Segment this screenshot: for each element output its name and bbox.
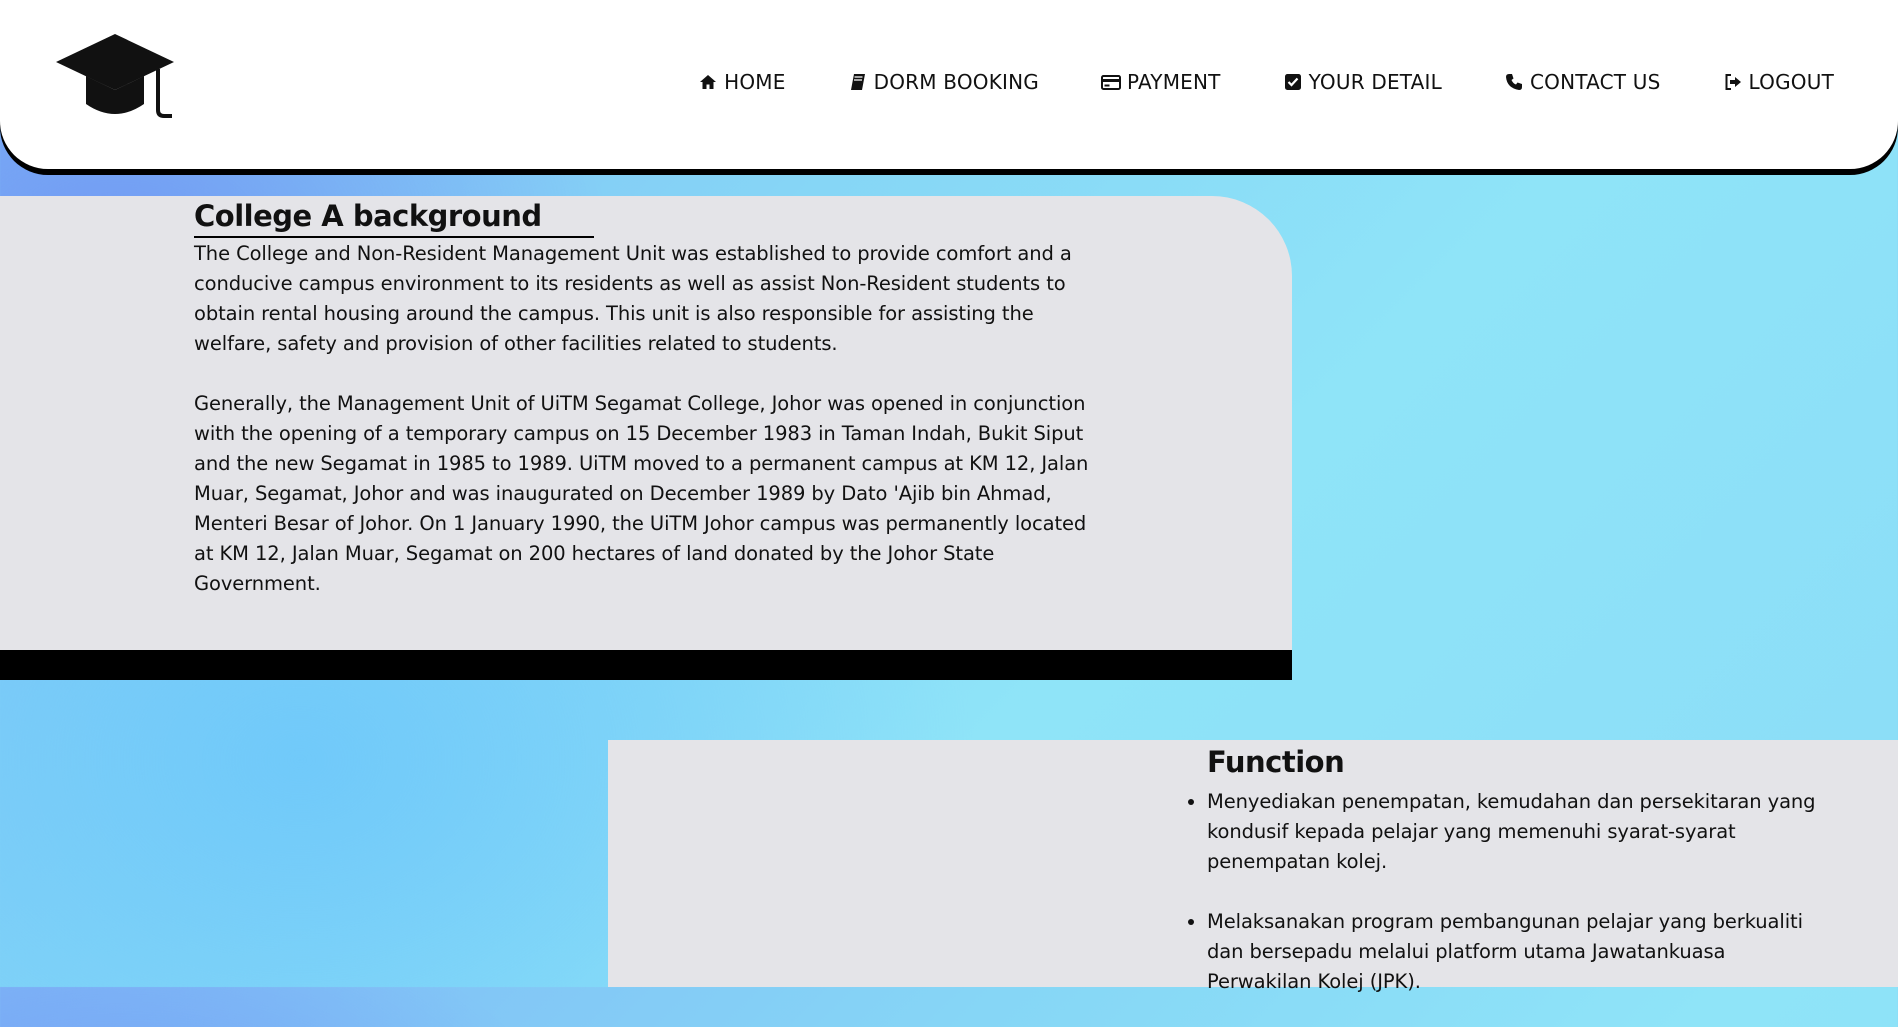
phone-icon [1504, 72, 1524, 92]
nav-logout-label: LOGOUT [1748, 70, 1834, 94]
graduation-cap-icon[interactable] [54, 32, 176, 124]
nav-home[interactable]: HOME [698, 70, 785, 94]
sign-out-icon [1723, 72, 1743, 92]
function-list: Menyediakan penempatan, kemudahan dan pe… [1184, 787, 1827, 1027]
navbar: HOME DORM BOOKING PAYMENT YOUR DETAIL CO… [0, 0, 1898, 169]
function-list-item: Menyediakan penempatan, kemudahan dan pe… [1207, 787, 1827, 877]
nav-payment[interactable]: PAYMENT [1100, 70, 1221, 94]
background-title: College A background [194, 199, 542, 233]
nav-payment-label: PAYMENT [1126, 70, 1221, 94]
background-paragraph: Generally, the Management Unit of UiTM S… [194, 392, 1089, 595]
background-card-bottom-bar [0, 650, 1292, 680]
nav-home-label: HOME [724, 70, 786, 94]
check-square-icon [1283, 72, 1303, 92]
nav-your-detail-label: YOUR DETAIL [1308, 70, 1442, 94]
title-underline [194, 236, 594, 238]
background-text: The College and Non-Resident Management … [194, 239, 1104, 629]
nav-logout[interactable]: LOGOUT [1723, 70, 1834, 94]
main-nav: HOME DORM BOOKING PAYMENT YOUR DETAIL CO… [636, 70, 1834, 94]
nav-dorm-booking[interactable]: DORM BOOKING [848, 70, 1039, 94]
nav-dorm-booking-label: DORM BOOKING [873, 70, 1039, 94]
nav-contact-us-label: CONTACT US [1529, 70, 1661, 94]
function-list-item: Melaksanakan program pembangunan pelajar… [1207, 907, 1827, 997]
home-icon [698, 72, 718, 92]
credit-card-icon [1100, 72, 1121, 92]
function-title: Function [1207, 745, 1345, 779]
background-paragraph: The College and Non-Resident Management … [194, 242, 1072, 355]
nav-your-detail[interactable]: YOUR DETAIL [1283, 70, 1442, 94]
book-icon [848, 72, 868, 92]
nav-contact-us[interactable]: CONTACT US [1504, 70, 1661, 94]
